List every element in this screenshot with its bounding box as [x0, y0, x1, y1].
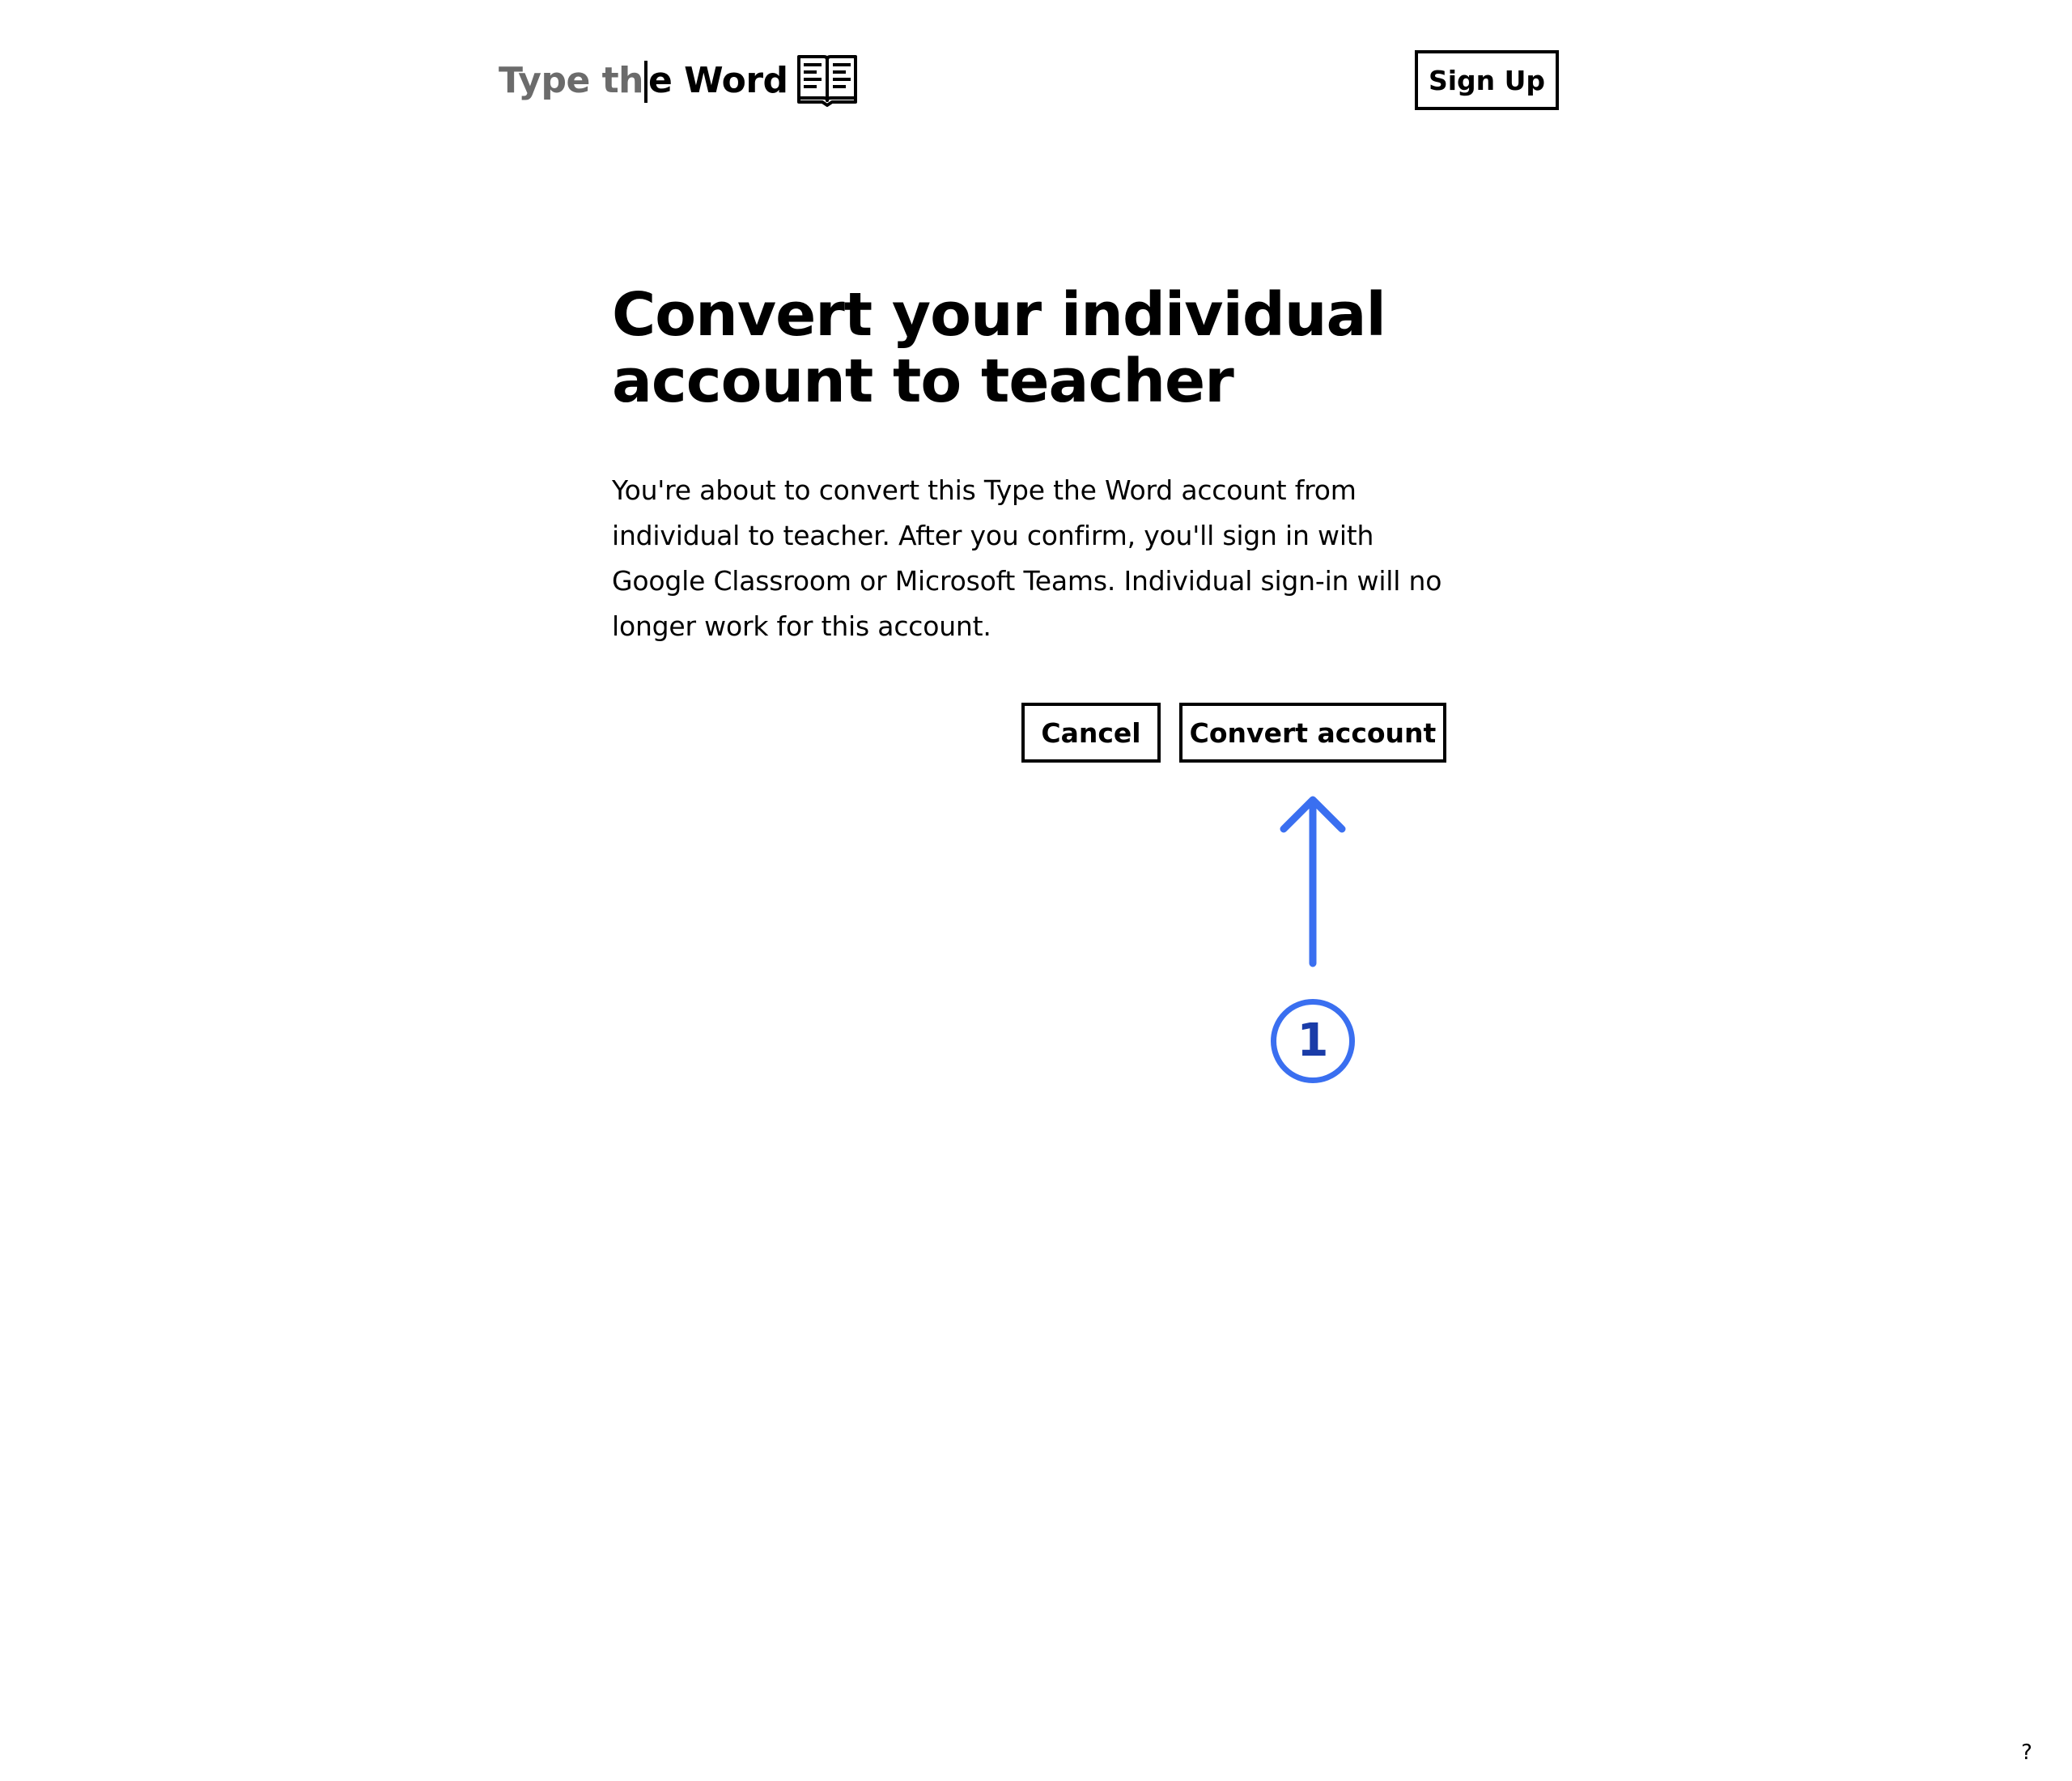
- typing-caret: [644, 61, 648, 103]
- page-title-line-2: account to teacher: [612, 346, 1234, 416]
- sign-up-button[interactable]: Sign Up: [1415, 50, 1559, 110]
- logo-untyped-text: e Word: [648, 59, 788, 101]
- help-icon[interactable]: ?: [2017, 1739, 2036, 1766]
- logo-typed-text: Type th: [499, 59, 644, 101]
- page: Type th e Word Sign Up Convert your indiv…: [0, 0, 2072, 1781]
- page-title: Convert your individual account to teach…: [612, 282, 1389, 414]
- conversion-description: You're about to convert this Type the Wo…: [612, 474, 1442, 642]
- convert-account-button[interactable]: Convert account: [1179, 703, 1446, 763]
- logo-link[interactable]: Type th e Word: [499, 50, 858, 110]
- page-title-line-1: Convert your individual: [612, 280, 1386, 350]
- open-book-icon: [796, 55, 857, 107]
- arrow-up-icon: [1280, 796, 1346, 967]
- cancel-button[interactable]: Cancel: [1021, 703, 1161, 763]
- step-number-badge: 1: [1271, 999, 1355, 1083]
- step-number: 1: [1297, 1014, 1329, 1067]
